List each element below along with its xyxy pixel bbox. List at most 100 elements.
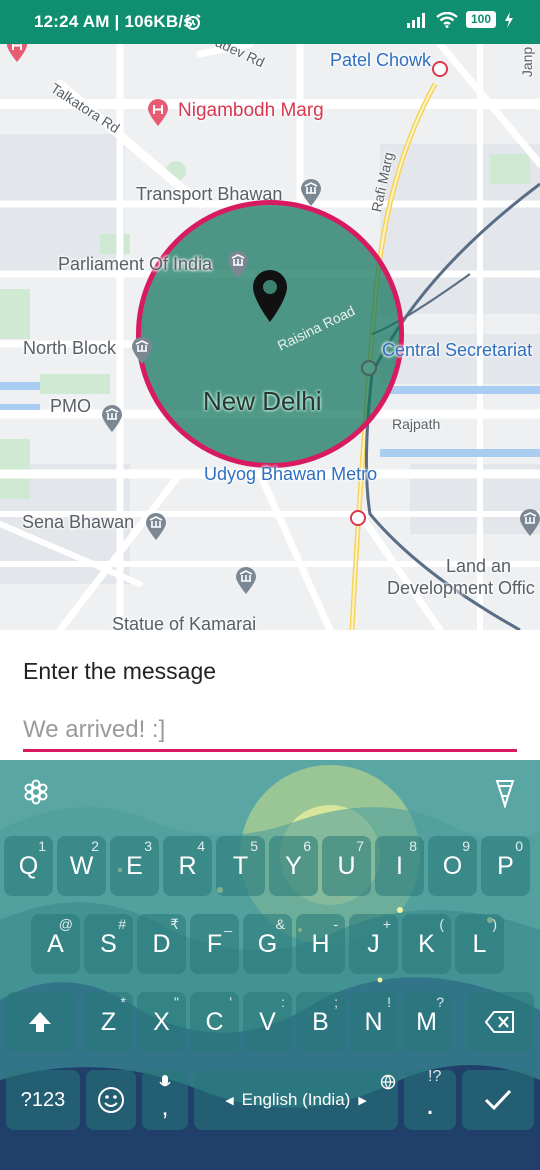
hospital-pin-icon[interactable] [5, 44, 29, 62]
key-hint: 4 [197, 838, 205, 854]
screen: 12:24 AM | 106KB/s 100 adev Rd Patel Cho… [0, 0, 540, 1170]
key-hint: ( [439, 916, 444, 932]
map-label-parliament[interactable]: Parliament Of India [58, 254, 212, 275]
map-label-rajpath: Rajpath [392, 416, 441, 432]
key-x[interactable]: " X [137, 992, 186, 1052]
map-label-statue[interactable]: Statue of Kamarai [112, 614, 256, 630]
key-j[interactable]: + J [349, 914, 398, 974]
comma-key[interactable]: , [142, 1070, 188, 1130]
space-key[interactable]: ◀ English (India) ▶ [194, 1070, 398, 1130]
key-label: K [418, 929, 435, 958]
key-y[interactable]: 6Y [269, 836, 318, 896]
key-label: N [364, 1007, 383, 1036]
building-pin-icon[interactable] [518, 508, 540, 536]
microphone-icon [159, 1075, 171, 1087]
battery-icon: 100 [465, 11, 496, 28]
backspace-key[interactable] [466, 992, 534, 1052]
key-hint: 2 [91, 838, 99, 854]
map-label-sena-bhawan[interactable]: Sena Bhawan [22, 512, 134, 533]
map-view[interactable]: adev Rd Patel Chowk Janp Talkatora Rd Ni… [0, 44, 540, 630]
key-b[interactable]: ; B [296, 992, 345, 1052]
key-hint: # [118, 916, 126, 932]
key-label: Z [100, 1007, 117, 1036]
key-o[interactable]: 9O [428, 836, 477, 896]
map-label-udyog-bhawan[interactable]: Udyog Bhawan Metro [204, 464, 377, 485]
building-pin-icon[interactable] [144, 512, 168, 540]
map-label-pmo[interactable]: PMO [50, 396, 91, 417]
key-label: U [337, 851, 356, 880]
status-bar: 12:24 AM | 106KB/s 100 [0, 0, 540, 44]
map-label-land-and[interactable]: Land an [446, 556, 511, 577]
settings-icon[interactable] [22, 778, 50, 806]
map-label-janp: Janp [519, 46, 536, 78]
key-label: X [153, 1007, 170, 1036]
theme-icon[interactable] [494, 778, 516, 808]
key-w[interactable]: 2W [57, 836, 106, 896]
key-hint: ! [387, 994, 391, 1010]
key-s[interactable]: # S [84, 914, 133, 974]
shift-key[interactable] [6, 992, 74, 1052]
key-l[interactable]: ) L [455, 914, 504, 974]
key-hint: " [174, 994, 179, 1010]
key-label: Q [18, 851, 39, 880]
key-e[interactable]: 3E [110, 836, 159, 896]
key-hint: & [275, 916, 285, 932]
key-hint: 3 [144, 838, 152, 854]
building-pin-icon[interactable] [226, 250, 250, 278]
key-hint: 9 [462, 838, 470, 854]
message-panel: Enter the message [0, 630, 540, 760]
key-m[interactable]: ? M [402, 992, 451, 1052]
map-label-north-block[interactable]: North Block [23, 338, 116, 359]
shift-icon [29, 1012, 51, 1032]
key-c[interactable]: ' C [190, 992, 239, 1052]
enter-key[interactable] [462, 1070, 534, 1130]
period-key[interactable]: !? . [380, 1068, 456, 1130]
key-label: J [367, 929, 380, 958]
status-icons: 100 [406, 11, 514, 28]
key-label: C [205, 1007, 224, 1036]
key-a[interactable]: @ A [31, 914, 80, 974]
building-pin-icon[interactable] [100, 404, 124, 432]
key-label: W [69, 851, 94, 880]
key-hint: 5 [250, 838, 258, 854]
key-q[interactable]: 1Q [4, 836, 53, 896]
key-label: E [126, 851, 143, 880]
key-hint: 7 [356, 838, 364, 854]
key-r[interactable]: 4R [163, 836, 212, 896]
building-pin-icon[interactable] [299, 178, 323, 206]
map-label-patel-chowk[interactable]: Patel Chowk [330, 50, 431, 71]
map-label-central-secretariat[interactable]: Central Secretariat [382, 340, 532, 361]
key-p[interactable]: 0P [481, 836, 530, 896]
key-d[interactable]: ₹ D [137, 914, 186, 974]
map-label-new-delhi: New Delhi [203, 386, 322, 416]
key-label: A [47, 929, 64, 958]
key-f[interactable]: _ F [190, 914, 239, 974]
building-pin-icon[interactable] [234, 566, 258, 594]
key-h[interactable]: -H [296, 914, 345, 974]
key-label: F [206, 929, 223, 958]
emoji-key[interactable] [86, 1070, 136, 1130]
key-label: D [152, 929, 171, 958]
key-hint: 1 [38, 838, 46, 854]
key-i[interactable]: 8I [375, 836, 424, 896]
key-g[interactable]: & G [243, 914, 292, 974]
building-pin-icon[interactable] [130, 336, 154, 364]
key-u[interactable]: 7U [322, 836, 371, 896]
key-hint: : [281, 994, 285, 1010]
symbols-key[interactable]: ?123 [6, 1070, 80, 1130]
key-t[interactable]: 5T [216, 836, 265, 896]
key-label: V [259, 1007, 276, 1036]
map-label-development[interactable]: Development Offic [387, 578, 535, 599]
key-n[interactable]: ! N [349, 992, 398, 1052]
message-input[interactable] [23, 710, 517, 752]
map-label-nigambodh-marg[interactable]: Nigambodh Marg [178, 100, 324, 122]
key-v[interactable]: :V [243, 992, 292, 1052]
hospital-pin-icon[interactable] [146, 98, 170, 126]
geofence-circle[interactable] [136, 200, 404, 468]
key-hint: ₹ [170, 916, 179, 932]
key-k[interactable]: (K [402, 914, 451, 974]
charging-icon [505, 11, 513, 28]
key-z[interactable]: * Z [84, 992, 133, 1052]
key-label: G [257, 929, 278, 958]
location-marker-icon[interactable] [250, 268, 290, 324]
